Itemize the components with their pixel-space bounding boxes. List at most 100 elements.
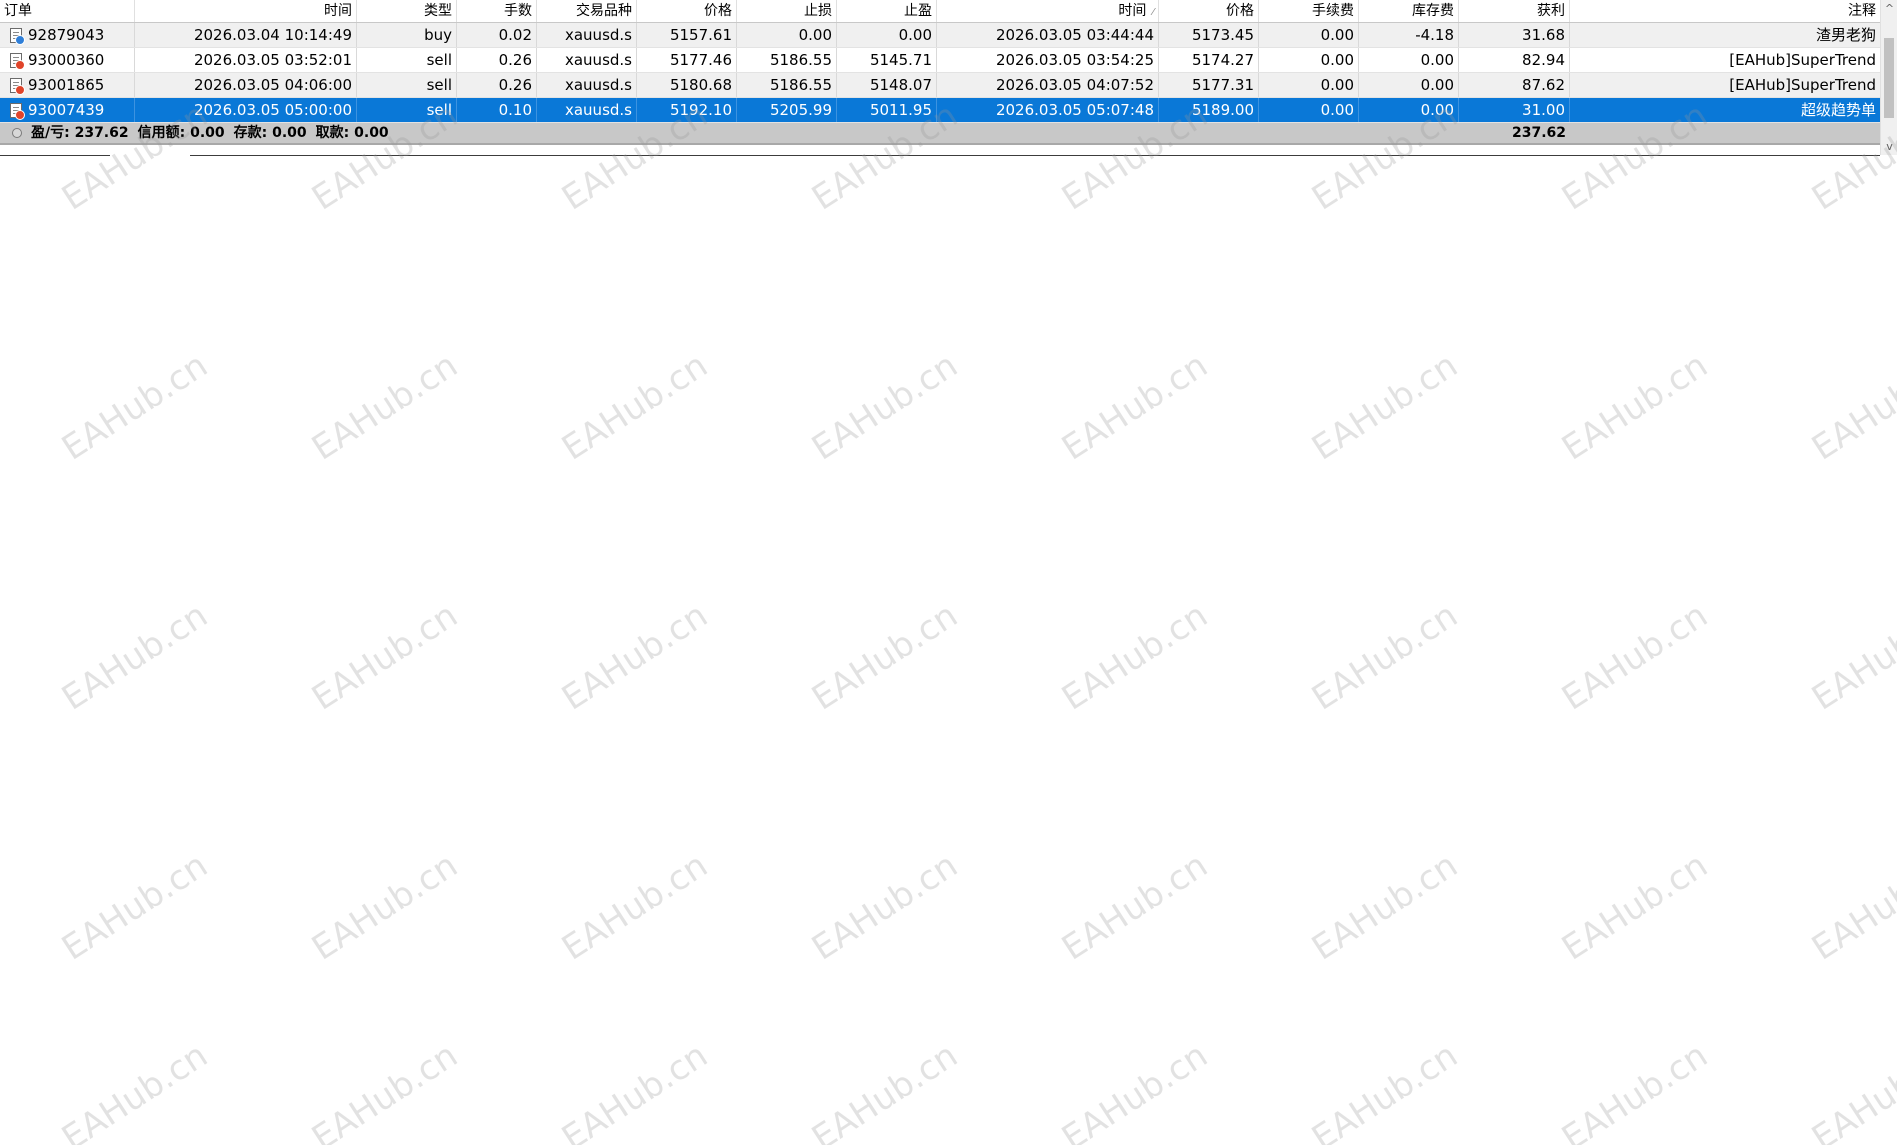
order-document-icon [10,52,25,70]
table-row-selected[interactable]: 93007439 2026.03.05 05:00:00 sell 0.10 x… [0,98,1880,123]
summary-row: 盈/亏: 237.62 信用额: 0.00 存款: 0.00 取款: 0.00 237… [0,123,1880,145]
lots: 0.26 [457,48,537,72]
comment: [EAHub]SuperTrend [1729,51,1876,69]
comment: 渣男老狗 [1815,26,1876,44]
table-row[interactable]: 93001865 2026.03.05 04:06:00 sell 0.26 x… [0,73,1880,98]
watermark: EAHub.cn [1555,595,1715,719]
watermark: EAHub.cn [1055,845,1215,969]
panel-divider [0,155,1880,156]
col-header-swap[interactable]: 库存费 [1359,0,1459,22]
scroll-up-icon[interactable]: ^ [1881,0,1897,17]
watermark: EAHub.cn [805,1035,965,1145]
take-profit: 0.00 [837,23,937,47]
profit: 82.94 [1459,48,1570,72]
trade-type: buy [357,23,457,47]
commission: 0.00 [1259,23,1359,47]
take-profit: 5145.71 [837,48,937,72]
watermark: EAHub.cn [55,345,215,469]
watermark-layer: EAHub.cn EAHub.cn EAHub.cn EAHub.cn EAHu… [0,0,1897,1145]
take-profit: 5148.07 [837,73,937,97]
watermark: EAHub.cn [555,595,715,719]
close-price: 5173.45 [1159,23,1259,47]
watermark: EAHub.cn [1055,595,1215,719]
watermark: EAHub.cn [1805,595,1897,719]
table-row[interactable]: 93000360 2026.03.05 03:52:01 sell 0.26 x… [0,48,1880,73]
open-time: 2026.03.05 05:00:00 [135,98,357,122]
stop-loss: 5205.99 [737,98,837,122]
open-price: 5177.46 [637,48,737,72]
col-header-symbol[interactable]: 交易品种 [537,0,637,22]
order-id: 93001865 [28,76,105,94]
watermark: EAHub.cn [1805,1035,1897,1145]
trade-type: sell [357,73,457,97]
col-header-sl[interactable]: 止损 [737,0,837,22]
comment: 超级趋势单 [1800,101,1876,119]
watermark: EAHub.cn [305,845,465,969]
col-header-profit[interactable]: 获利 [1459,0,1570,22]
scroll-thumb[interactable] [1884,38,1894,118]
deposit-summary: 存款: 0.00 [233,125,307,141]
bottom-tab[interactable] [110,154,190,157]
watermark: EAHub.cn [1805,345,1897,469]
watermark: EAHub.cn [1305,345,1465,469]
symbol: xauusd.s [537,98,637,122]
sort-indicator-icon: ⁄ [1152,7,1154,18]
open-price: 5157.61 [637,23,737,47]
commission: 0.00 [1259,73,1359,97]
watermark: EAHub.cn [55,595,215,719]
watermark: EAHub.cn [305,1035,465,1145]
swap: 0.00 [1359,48,1459,72]
swap: 0.00 [1359,98,1459,122]
col-header-type[interactable]: 类型 [357,0,457,22]
col-header-comment[interactable]: 注释 [1570,0,1880,22]
watermark: EAHub.cn [1305,1035,1465,1145]
sell-indicator-icon [15,109,25,120]
watermark: EAHub.cn [1805,845,1897,969]
close-time: 2026.03.05 05:07:48 [937,98,1159,122]
commission: 0.00 [1259,48,1359,72]
lots: 0.10 [457,98,537,122]
watermark: EAHub.cn [805,595,965,719]
table-row[interactable]: 92879043 2026.03.04 10:14:49 buy 0.02 xa… [0,23,1880,48]
col-header-commission[interactable]: 手续费 [1259,0,1359,22]
trade-type: sell [357,48,457,72]
order-document-icon [10,27,25,45]
watermark: EAHub.cn [555,845,715,969]
close-price: 5189.00 [1159,98,1259,122]
close-time: 2026.03.05 03:44:44 [937,23,1159,47]
watermark: EAHub.cn [1555,845,1715,969]
pnl-summary: 盈/亏: 237.62 [31,125,129,141]
open-time: 2026.03.05 03:52:01 [135,48,357,72]
col-header-open-time[interactable]: 时间 [135,0,357,22]
col-header-close-price[interactable]: 价格 [1159,0,1259,22]
trade-history-table: 订单 时间 类型 手数 交易品种 价格 止损 止盈 时间 ⁄ 价格 手续费 库存费… [0,0,1880,145]
col-header-order[interactable]: 订单 [0,0,135,22]
profit: 87.62 [1459,73,1570,97]
col-header-open-price[interactable]: 价格 [637,0,737,22]
close-time: 2026.03.05 03:54:25 [937,48,1159,72]
credit-summary: 信用额: 0.00 [137,125,225,141]
watermark: EAHub.cn [555,345,715,469]
lots: 0.02 [457,23,537,47]
order-id: 92879043 [28,26,105,44]
scroll-down-icon[interactable]: v [1881,138,1897,155]
vertical-scrollbar[interactable]: ^ v [1880,0,1897,155]
withdrawal-summary: 取款: 0.00 [315,125,389,141]
symbol: xauusd.s [537,48,637,72]
stop-loss: 5186.55 [737,73,837,97]
open-time: 2026.03.05 04:06:00 [135,73,357,97]
sell-indicator-icon [15,59,25,70]
trade-type: sell [357,98,457,122]
open-price: 5180.68 [637,73,737,97]
col-header-close-time[interactable]: 时间 ⁄ [937,0,1159,22]
lots: 0.26 [457,73,537,97]
col-header-tp[interactable]: 止盈 [837,0,937,22]
swap: -4.18 [1359,23,1459,47]
stop-loss: 0.00 [737,23,837,47]
watermark: EAHub.cn [555,1035,715,1145]
watermark: EAHub.cn [1305,595,1465,719]
col-header-lots[interactable]: 手数 [457,0,537,22]
sell-indicator-icon [15,84,25,95]
table-header: 订单 时间 类型 手数 交易品种 价格 止损 止盈 时间 ⁄ 价格 手续费 库存费… [0,0,1880,23]
watermark: EAHub.cn [305,595,465,719]
